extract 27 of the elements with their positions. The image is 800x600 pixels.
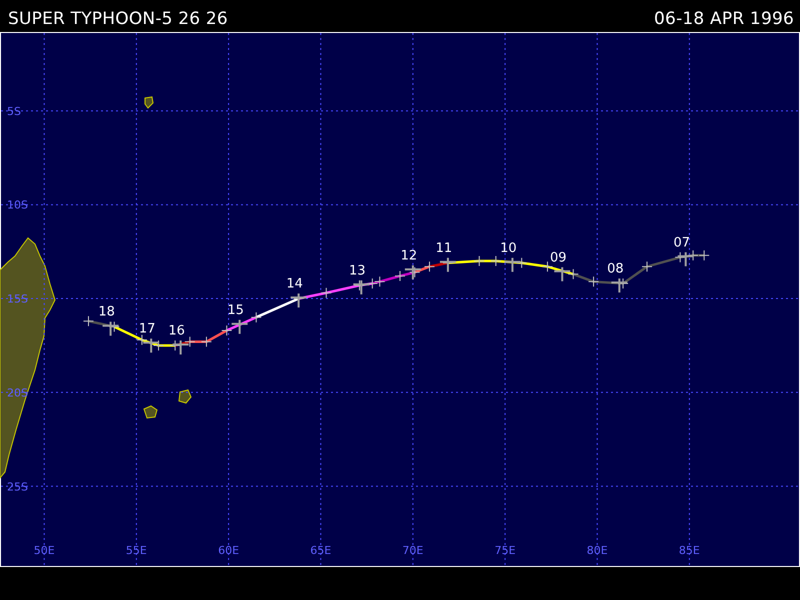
day-label: 18 xyxy=(98,304,115,320)
date-range: 06-18 APR 1996 xyxy=(654,9,794,29)
day-label: 08 xyxy=(607,262,624,277)
longitude-label: 85E xyxy=(678,544,700,557)
map-title: SUPER TYPHOON-5 26 26 xyxy=(8,9,228,29)
day-label: 07 xyxy=(673,235,690,250)
longitude-label: 65E xyxy=(310,544,332,557)
longitude-label: 70E xyxy=(402,544,424,557)
day-label: 10 xyxy=(500,240,517,256)
longitude-label: 75E xyxy=(494,544,516,557)
latitude-label: 20S xyxy=(7,386,28,400)
day-label: 09 xyxy=(550,250,566,266)
latitude-label: 5S xyxy=(7,104,21,118)
day-label: 15 xyxy=(227,302,244,318)
day-label: 16 xyxy=(168,324,185,338)
day-label: 12 xyxy=(400,248,418,264)
day-label: 11 xyxy=(436,240,452,256)
latitude-label: 15S xyxy=(7,292,28,306)
latitude-label: 25S xyxy=(7,480,28,494)
longitude-label: 60E xyxy=(218,544,240,557)
day-label: 13 xyxy=(349,263,366,278)
latitude-label: 10S xyxy=(7,198,28,212)
day-label: 14 xyxy=(286,276,303,292)
longitude-label: 55E xyxy=(126,544,147,557)
longitude-label: 50E xyxy=(34,544,55,557)
longitude-label: 80E xyxy=(586,544,608,557)
day-label: 17 xyxy=(138,322,156,337)
